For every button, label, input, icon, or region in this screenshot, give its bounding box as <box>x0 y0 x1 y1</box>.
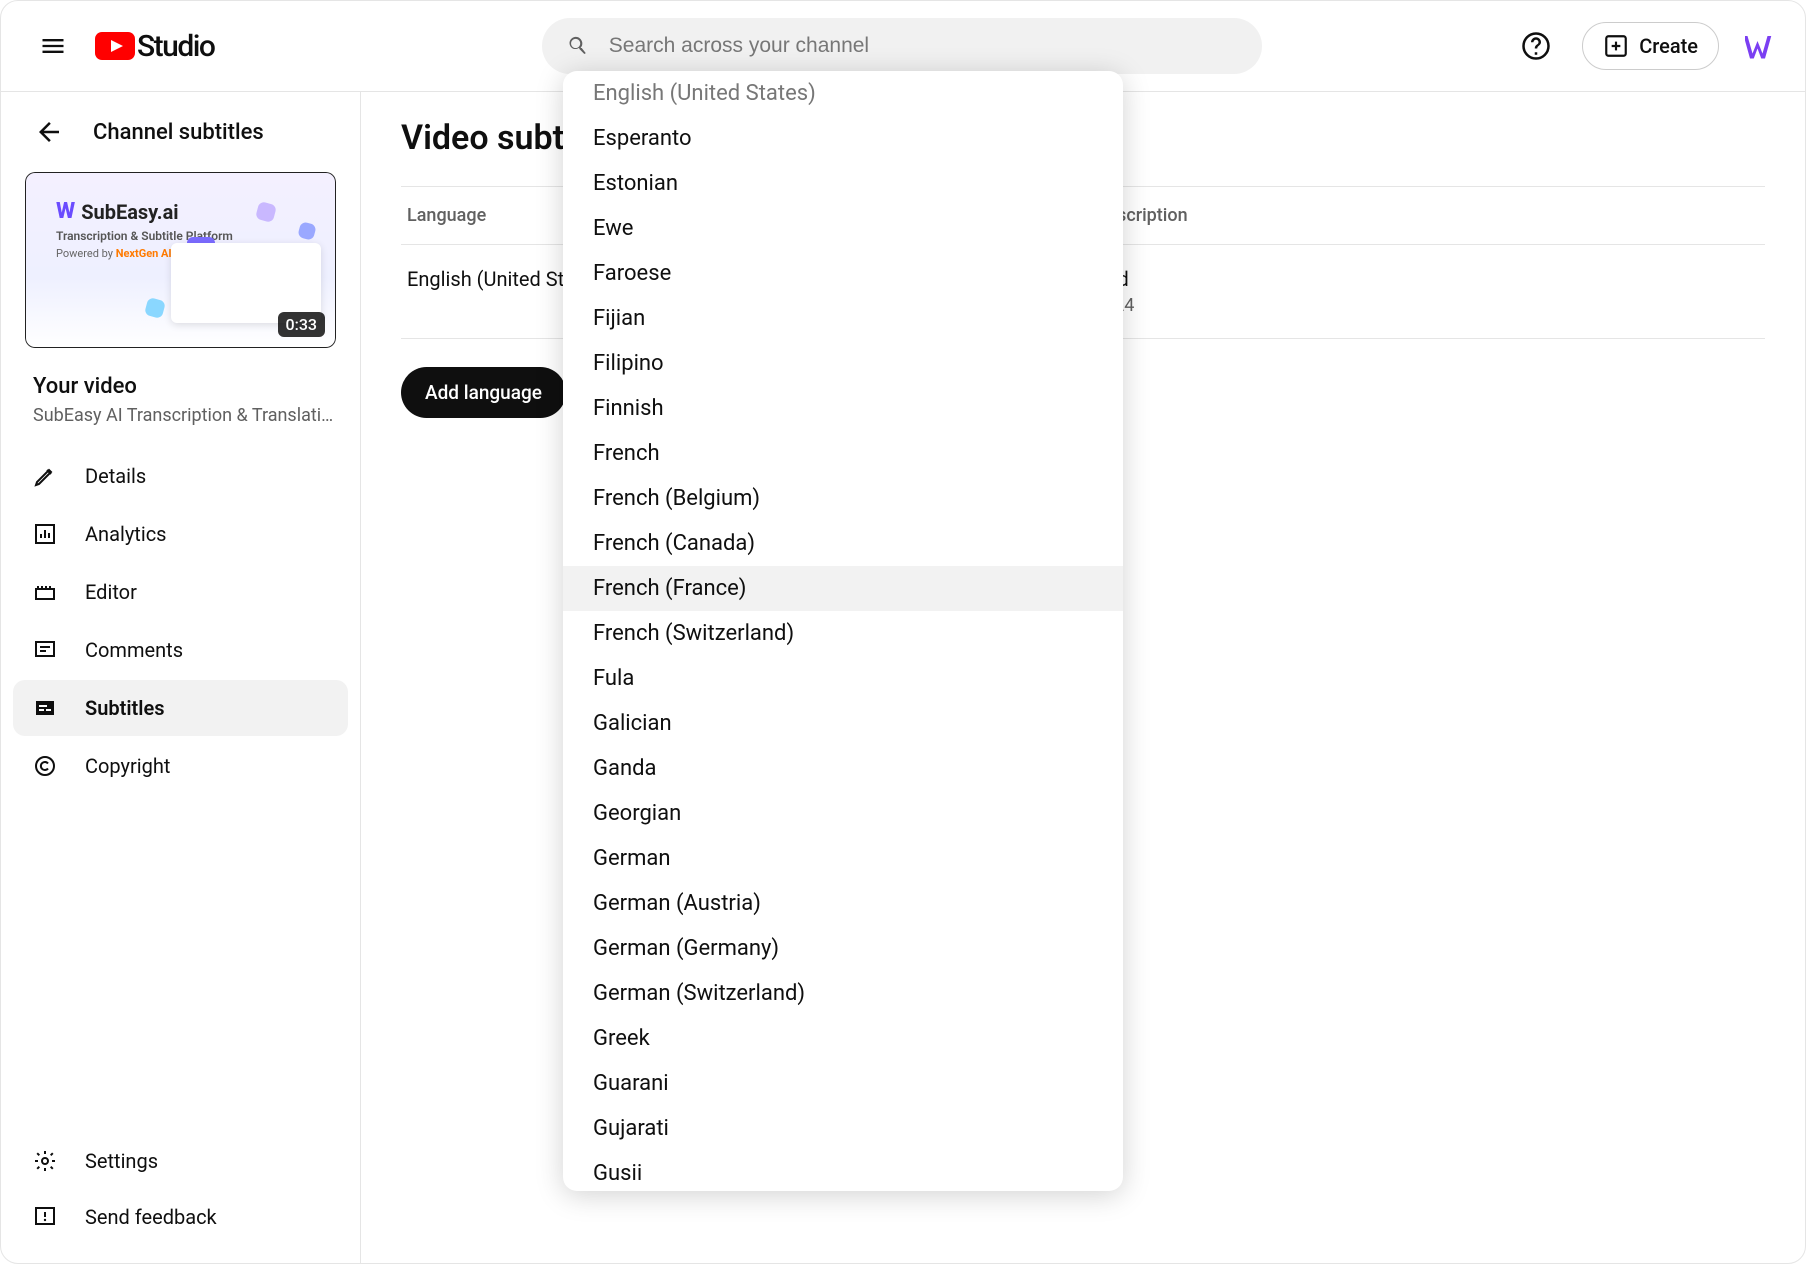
hamburger-icon <box>39 32 67 60</box>
dropdown-item[interactable]: Filipino <box>563 341 1123 386</box>
search-input[interactable] <box>609 34 1239 58</box>
sidebar-item-comments[interactable]: Comments <box>13 622 348 678</box>
topbar-right: Create <box>1514 22 1777 70</box>
dropdown-item[interactable]: French (Canada) <box>563 521 1123 566</box>
nav-label: Details <box>85 464 146 488</box>
dropdown-item[interactable]: Greek <box>563 1016 1123 1061</box>
dropdown-item[interactable]: Ganda <box>563 746 1123 791</box>
language-dropdown[interactable]: English (United States) EsperantoEstonia… <box>563 71 1123 1191</box>
video-thumbnail[interactable]: WSubEasy.ai Transcription & Subtitle Pla… <box>25 172 336 348</box>
youtube-studio-logo[interactable]: Studio <box>95 29 214 64</box>
logo-text: Studio <box>137 29 214 64</box>
sidebar-item-analytics[interactable]: Analytics <box>13 506 348 562</box>
sidebar-header: Channel subtitles <box>1 92 360 166</box>
dropdown-item[interactable]: Gusii <box>563 1151 1123 1191</box>
create-button[interactable]: Create <box>1582 22 1719 70</box>
row-date: Sep 9, 2024 <box>1041 295 1765 316</box>
dropdown-list[interactable]: English (United States) EsperantoEstonia… <box>563 71 1123 1191</box>
dropdown-item[interactable]: Fijian <box>563 296 1123 341</box>
hamburger-menu-button[interactable] <box>29 22 77 70</box>
dropdown-item[interactable]: French <box>563 431 1123 476</box>
dropdown-item[interactable]: French (France) <box>563 566 1123 611</box>
sidebar-item-subtitles[interactable]: Subtitles <box>13 680 348 736</box>
sidebar: Channel subtitles WSubEasy.ai Transcript… <box>1 92 361 1263</box>
editor-icon <box>31 580 59 604</box>
search-icon <box>566 33 590 59</box>
add-language-button[interactable]: Add language <box>401 367 566 418</box>
w-icon <box>1745 31 1775 61</box>
pencil-icon <box>31 464 59 488</box>
dropdown-item[interactable]: German (Switzerland) <box>563 971 1123 1016</box>
sidebar-item-details[interactable]: Details <box>13 448 348 504</box>
row-status: Published <box>1041 267 1765 291</box>
brand-icon[interactable] <box>1743 29 1777 63</box>
dropdown-item-faded[interactable]: English (United States) <box>563 77 1123 116</box>
nav-label: Analytics <box>85 522 167 546</box>
sidebar-item-settings[interactable]: Settings <box>13 1133 348 1189</box>
youtube-play-icon <box>95 32 135 60</box>
thumbnail-image: WSubEasy.ai Transcription & Subtitle Pla… <box>25 172 336 348</box>
sidebar-nav: Details Analytics Editor Comments Subtit… <box>1 440 360 802</box>
thumb-line2: Powered by NextGen AI <box>56 247 172 260</box>
dropdown-item[interactable]: Guarani <box>563 1061 1123 1106</box>
nav-label: Copyright <box>85 754 170 778</box>
arrow-left-icon <box>34 117 64 147</box>
dropdown-item[interactable]: Estonian <box>563 161 1123 206</box>
search-box[interactable] <box>542 18 1262 74</box>
help-icon <box>1521 31 1551 61</box>
dropdown-item[interactable]: French (Switzerland) <box>563 611 1123 656</box>
dropdown-item[interactable]: German (Austria) <box>563 881 1123 926</box>
dropdown-item[interactable]: French (Belgium) <box>563 476 1123 521</box>
dropdown-item[interactable]: Esperanto <box>563 116 1123 161</box>
nav-label: Editor <box>85 580 137 604</box>
sidebar-item-editor[interactable]: Editor <box>13 564 348 620</box>
dropdown-item[interactable]: Gujarati <box>563 1106 1123 1151</box>
sidebar-title: Channel subtitles <box>93 120 264 145</box>
dropdown-item[interactable]: Finnish <box>563 386 1123 431</box>
sidebar-item-feedback[interactable]: Send feedback <box>13 1189 348 1245</box>
subtitles-icon <box>31 696 59 720</box>
sidebar-item-copyright[interactable]: Copyright <box>13 738 348 794</box>
back-button[interactable] <box>29 112 69 152</box>
create-plus-icon <box>1603 33 1629 59</box>
dropdown-item[interactable]: Fula <box>563 656 1123 701</box>
nav-label: Comments <box>85 638 183 662</box>
dropdown-item[interactable]: Ewe <box>563 206 1123 251</box>
dropdown-item[interactable]: German (Germany) <box>563 926 1123 971</box>
dropdown-item[interactable]: Georgian <box>563 791 1123 836</box>
col-status-header: Title & description <box>1041 205 1765 226</box>
dropdown-item[interactable]: German <box>563 836 1123 881</box>
thumb-brand: SubEasy.ai <box>81 200 178 224</box>
feedback-icon <box>31 1205 59 1229</box>
your-video-label: Your video <box>1 358 360 403</box>
dropdown-item[interactable]: Faroese <box>563 251 1123 296</box>
analytics-icon <box>31 522 59 546</box>
copyright-icon <box>31 754 59 778</box>
create-label: Create <box>1639 34 1698 58</box>
sidebar-bottom: Settings Send feedback <box>1 1127 360 1251</box>
comments-icon <box>31 638 59 662</box>
gear-icon <box>31 1149 59 1173</box>
dropdown-item[interactable]: Galician <box>563 701 1123 746</box>
nav-label: Subtitles <box>85 696 165 720</box>
help-button[interactable] <box>1514 24 1558 68</box>
nav-label: Settings <box>85 1149 158 1173</box>
nav-label: Send feedback <box>85 1205 217 1229</box>
your-video-title: SubEasy AI Transcription & Translation P… <box>1 403 360 440</box>
thumb-duration: 0:33 <box>278 312 326 337</box>
